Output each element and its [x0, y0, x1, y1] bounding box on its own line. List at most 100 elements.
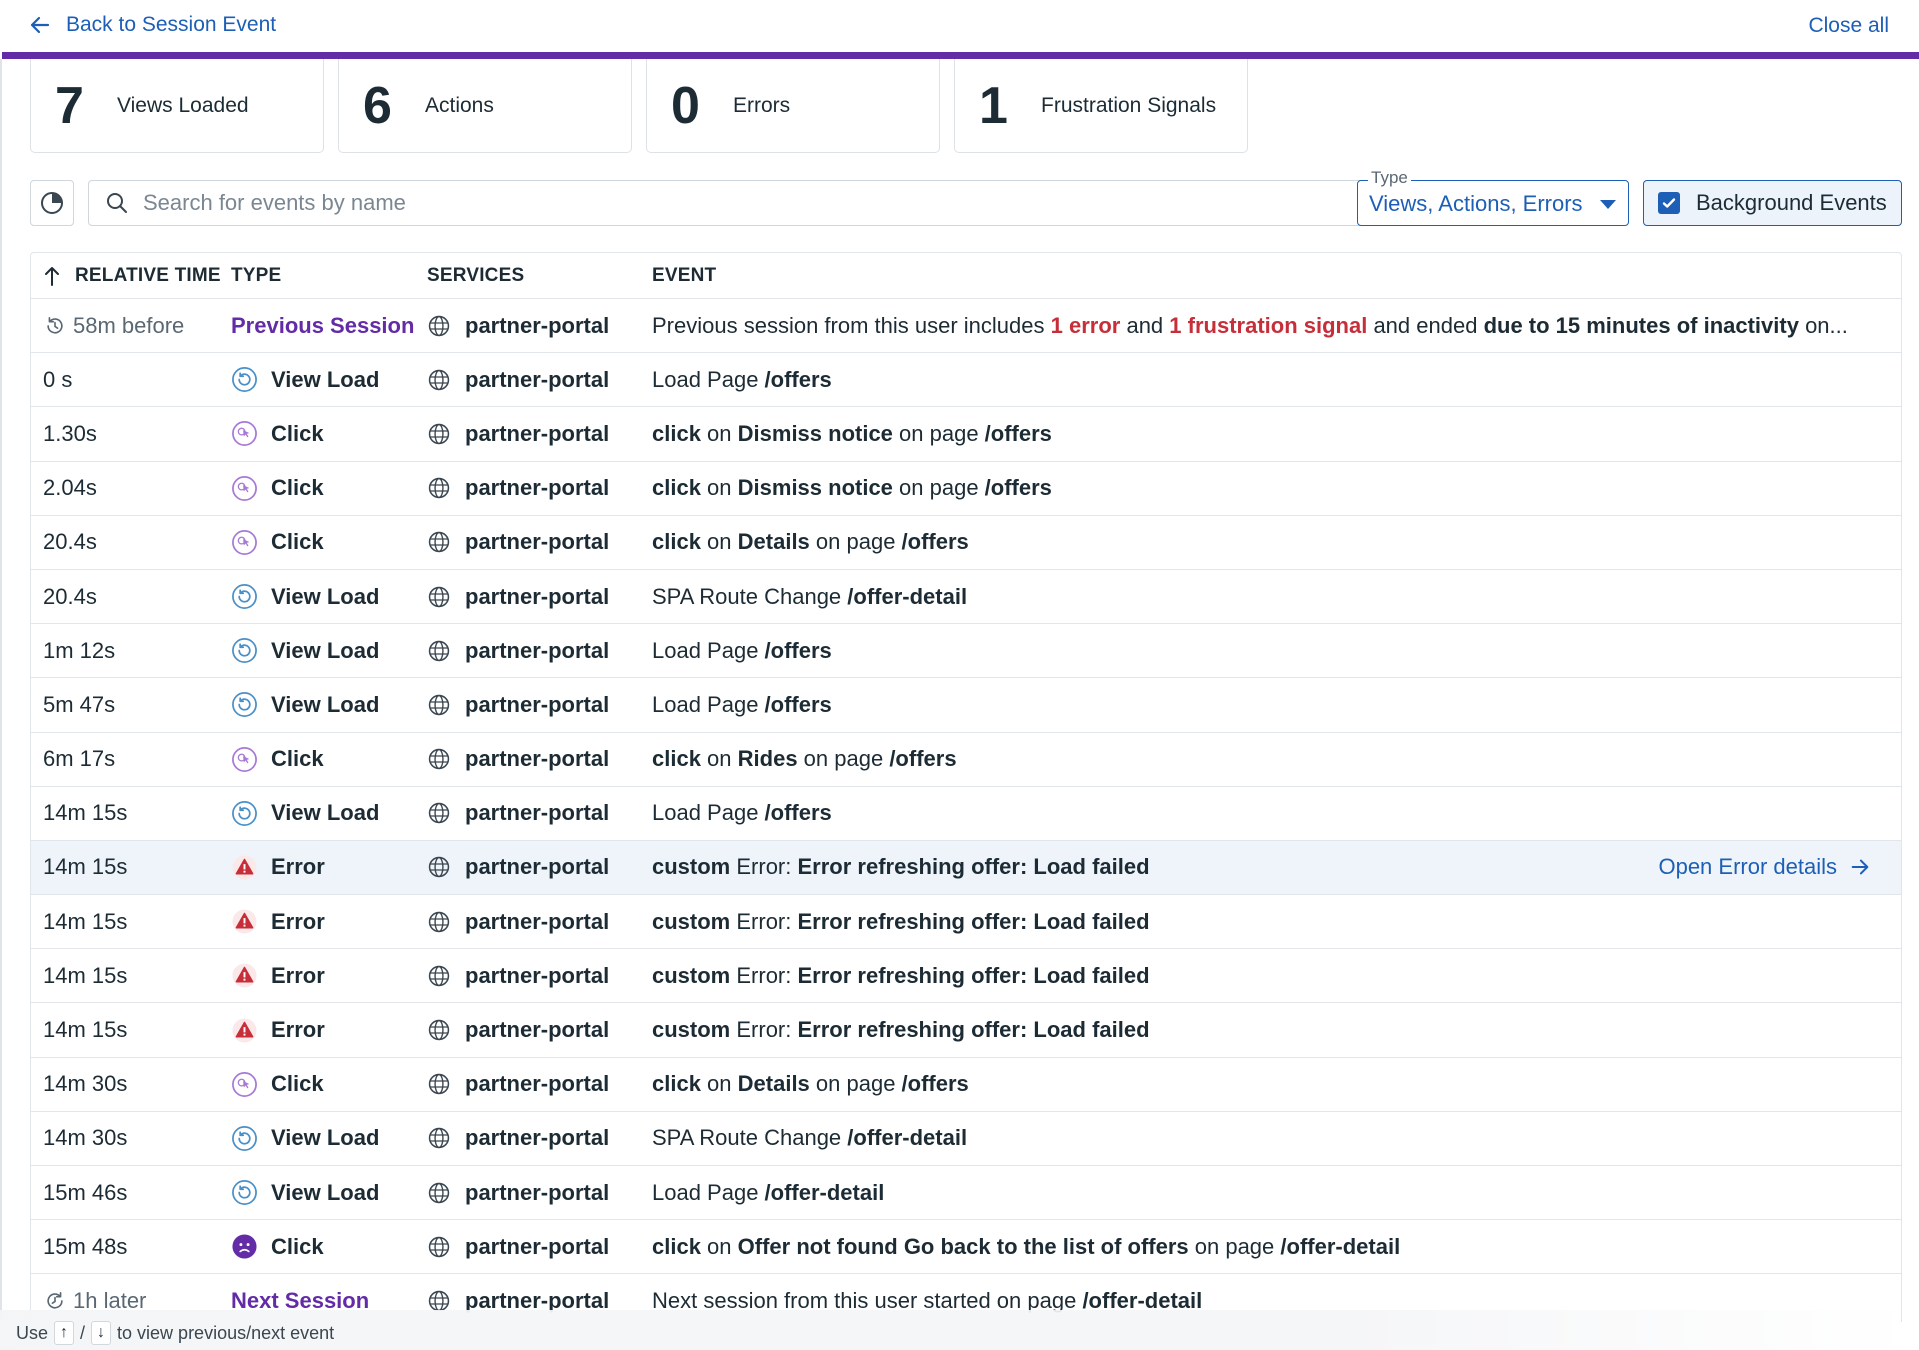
event-type-text: View Load	[271, 691, 380, 717]
clock-pie-icon	[41, 192, 63, 214]
cell-event: Previous session from this user includes…	[652, 313, 1901, 339]
globe-icon	[428, 315, 450, 336]
event-description: custom Error: Error refreshing offer: Lo…	[652, 854, 1658, 880]
type-select[interactable]: Type Views, Actions, Errors	[1357, 168, 1629, 226]
table-row[interactable]: 14m 15s Error partner-portal custom Error: …	[31, 949, 1901, 1004]
table-row[interactable]: 6m 17s Click partner-portal click on Rides …	[31, 733, 1901, 787]
session-link[interactable]: Previous Session	[231, 313, 414, 339]
back-to-session-event-link[interactable]: Back to Session Event	[28, 13, 276, 37]
event-text-segment: /offers	[901, 529, 969, 555]
summary-card-actions: 6 Actions	[338, 59, 632, 153]
cell-relative-time: 14m 15s	[31, 909, 231, 935]
table-row[interactable]: 14m 15s Error partner-portal custom Error: …	[31, 840, 1901, 896]
relative-time-text: 6m 17s	[43, 746, 116, 772]
cell-event: Load Page /offer-detail	[652, 1180, 1901, 1206]
event-text-segment: Load Page	[652, 1179, 765, 1205]
cell-service: partner-portal	[427, 746, 652, 772]
table-row[interactable]: 1m 12s View Load partner-portal Load Page /…	[31, 624, 1901, 679]
event-text-segment: custom	[652, 962, 731, 988]
event-description: click on Details on page /offers	[652, 1071, 1871, 1097]
event-text-segment: Load Page	[652, 691, 765, 717]
relative-time-text: 14m 15s	[43, 908, 128, 934]
top-bar: Back to Session Event Close all	[0, 0, 1919, 54]
cell-type: Error	[231, 1017, 427, 1044]
open-error-details-link[interactable]: Open Error details	[1658, 854, 1871, 880]
cell-type: Error	[231, 908, 427, 935]
cell-relative-time: 14m 15s	[31, 1017, 231, 1043]
event-text-segment: Details	[737, 529, 810, 555]
table-row[interactable]: 20.4s Click partner-portal click on Details…	[31, 516, 1901, 570]
event-type-text: Click	[271, 1233, 324, 1259]
event-text-segment: /offer-detail	[1280, 1233, 1401, 1259]
relative-time-text: 14m 15s	[43, 854, 128, 880]
cell-type: View Load	[231, 1125, 427, 1152]
event-text-segment: /offers	[984, 420, 1052, 446]
globe-icon	[428, 532, 450, 553]
table-row[interactable]: 14m 15s Error partner-portal custom Error: …	[31, 1003, 1901, 1058]
relative-time-text: 15m 46s	[43, 1179, 128, 1205]
cell-event: Load Page /offers	[652, 367, 1901, 393]
cell-service: partner-portal	[427, 313, 652, 339]
table-row[interactable]: 14m 30s View Load partner-portal SPA Route …	[31, 1112, 1901, 1166]
table-row[interactable]: 0 s View Load partner-portal Load Page /off…	[31, 353, 1901, 408]
event-description: custom Error: Error refreshing offer: Lo…	[652, 909, 1871, 935]
background-events-toggle[interactable]: Background Events	[1643, 180, 1902, 226]
service-name: partner-portal	[465, 962, 610, 988]
event-text-segment: on page	[797, 746, 890, 772]
time-toggle-button[interactable]	[30, 180, 74, 226]
event-type-text: Click	[271, 1071, 324, 1097]
table-row[interactable]: 14m 15s Error partner-portal custom Error: …	[31, 895, 1901, 950]
event-type-text: View Load	[271, 1179, 380, 1205]
column-header-relative-time[interactable]: RELATIVE TIME	[31, 265, 231, 287]
globe-icon	[428, 369, 450, 390]
table-row[interactable]: 20.4s View Load partner-portal SPA Route Ch…	[31, 570, 1901, 625]
service-name: partner-portal	[465, 854, 610, 880]
close-all-button[interactable]: Close all	[1808, 14, 1889, 38]
table-row[interactable]: 2.04s Click partner-portal click on Dismiss…	[31, 462, 1901, 516]
event-text-segment: on...	[1798, 312, 1848, 338]
relative-time-text: 14m 15s	[43, 962, 128, 988]
event-text-segment: on	[700, 1071, 738, 1097]
table-row[interactable]: 15m 48s Click partner-portal click on Offer…	[31, 1220, 1901, 1275]
up-key: ↑	[54, 1321, 75, 1345]
event-text-segment: /offer-detail	[764, 1179, 885, 1205]
sort-ascending-icon	[45, 266, 59, 286]
event-text-segment: due to 15 minutes of inactivity	[1483, 312, 1799, 338]
search-input[interactable]	[141, 189, 1321, 217]
errors-count: 0	[671, 76, 700, 135]
table-row[interactable]: 14m 30s Click partner-portal click on Detai…	[31, 1058, 1901, 1112]
event-description: click on Details on page /offers	[652, 529, 1871, 555]
event-text-segment: on page	[892, 475, 985, 501]
event-text-segment: Load Page	[652, 800, 765, 826]
error-icon	[232, 1017, 257, 1043]
event-description: Load Page /offer-detail	[652, 1180, 1871, 1206]
column-header-services[interactable]: SERVICES	[427, 265, 652, 287]
column-header-event[interactable]: EVENT	[652, 265, 1901, 287]
relative-time-text: 14m 30s	[43, 1071, 128, 1097]
table-row[interactable]: 14m 15s View Load partner-portal Load Page …	[31, 787, 1901, 841]
table-row[interactable]: 1.30s Click partner-portal click on Dismiss…	[31, 407, 1901, 462]
cell-relative-time: 2.04s	[31, 475, 231, 501]
table-row[interactable]: 58m before Previous Session partner-portal…	[31, 299, 1901, 354]
event-text-segment: Offer not found Go back to the list of o…	[737, 1233, 1189, 1259]
event-text-segment: /offers	[764, 366, 832, 392]
cell-service: partner-portal	[427, 1125, 652, 1151]
cell-event: Load Page /offers	[652, 638, 1901, 664]
service-name: partner-portal	[465, 1125, 610, 1151]
table-row[interactable]: 5m 47s View Load partner-portal Load Page /…	[31, 678, 1901, 733]
click-icon	[232, 475, 257, 501]
cell-relative-time: 15m 46s	[31, 1180, 231, 1206]
event-text-segment: Error refreshing offer: Load failed	[797, 854, 1150, 880]
background-events-checkbox[interactable]	[1658, 192, 1680, 214]
view-load-icon	[232, 1125, 257, 1151]
event-text-segment: on page	[809, 529, 902, 555]
view-load-icon	[232, 638, 257, 664]
event-text-segment: Dismiss notice	[737, 420, 893, 446]
search-box	[88, 180, 1374, 226]
cell-service: partner-portal	[427, 638, 652, 664]
table-row[interactable]: 15m 46s View Load partner-portal Load Page …	[31, 1166, 1901, 1221]
event-description: click on Dismiss notice on page /offers	[652, 421, 1871, 447]
event-text-segment: Details	[737, 1071, 810, 1097]
relative-time-text: 20.4s	[43, 529, 97, 555]
column-header-type[interactable]: TYPE	[231, 265, 427, 287]
